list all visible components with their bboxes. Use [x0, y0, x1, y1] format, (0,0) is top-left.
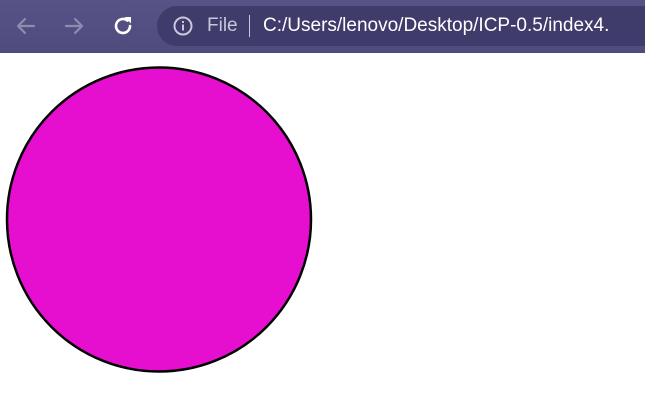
page-content	[0, 53, 645, 408]
back-button[interactable]	[10, 10, 42, 42]
forward-button[interactable]	[58, 10, 90, 42]
magenta-circle	[5, 66, 313, 373]
reload-button[interactable]	[107, 10, 139, 42]
arrow-left-icon	[16, 17, 36, 35]
info-icon[interactable]	[172, 15, 194, 37]
canvas	[5, 66, 313, 373]
url-text[interactable]: C:/Users/lenovo/Desktop/ICP-0.5/index4.	[263, 14, 645, 38]
browser-toolbar: File C:/Users/lenovo/Desktop/ICP-0.5/ind…	[0, 0, 645, 53]
arrow-right-icon	[64, 17, 84, 35]
scheme-label: File	[207, 15, 238, 36]
omnibox-divider	[249, 15, 250, 37]
reload-icon	[114, 17, 132, 35]
